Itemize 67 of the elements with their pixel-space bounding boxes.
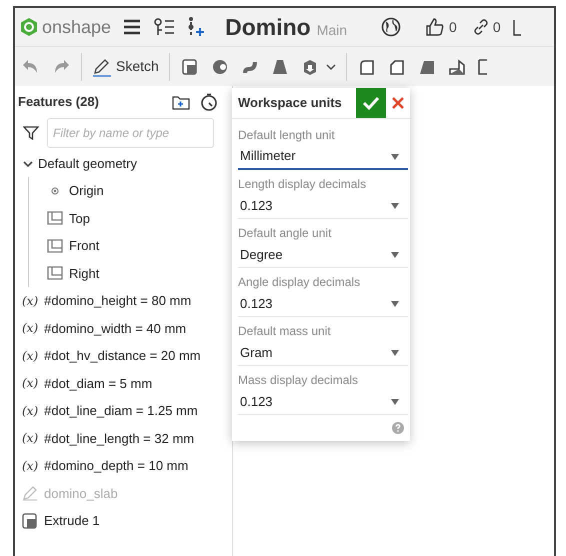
add-folder-icon[interactable] [172,94,190,110]
origin-icon [51,186,59,195]
rib-icon[interactable] [446,56,467,76]
close-icon [392,97,404,109]
variable-icon: (x) [22,346,38,365]
link-icon[interactable] [472,19,489,35]
plane-icon [47,238,63,253]
timer-icon[interactable] [200,93,218,111]
dropdown-arrow-icon[interactable] [390,349,400,357]
feature-item[interactable]: Top [43,204,232,232]
panel-title: Features (28) [18,93,99,112]
dropdown-arrow-icon[interactable] [390,300,400,308]
dropdown-arrow-icon[interactable] [390,398,400,406]
confirm-button[interactable] [356,88,386,118]
extrude-icon[interactable] [180,56,200,76]
feature-item[interactable]: Right [43,260,232,287]
caret-icon[interactable] [326,62,336,70]
feature-item[interactable]: Front [43,232,232,260]
field-label: Default mass unit [238,323,332,340]
variable-icon: (x) [22,402,38,420]
dialog-title: Workspace units [238,94,342,112]
variable-icon: (x) [22,319,38,338]
feature-item[interactable]: (x) #dot_diam = 5 mm [18,370,232,397]
check-icon [362,95,380,111]
field-label: Default angle unit [238,225,332,242]
like-count: 0 [449,18,457,36]
list-icon[interactable] [153,17,176,37]
brand-name: onshape [42,16,112,39]
variable-icon: (x) [22,456,38,475]
feature-item[interactable]: (x) #dot_line_diam = 1.25 mm [18,397,232,424]
dropdown-arrow-icon[interactable] [390,153,400,161]
filter-icon[interactable] [23,125,39,141]
variable-icon: (x) [22,292,38,310]
redo-icon[interactable] [53,58,71,74]
pencil-icon [22,485,38,502]
dropdown-arrow-icon[interactable] [390,251,400,259]
link-count: 0 [492,18,501,36]
pencil-icon [92,56,112,76]
undo-icon[interactable] [21,58,39,74]
variable-icon: (x) [22,429,38,448]
logo-icon[interactable] [20,17,38,37]
field-label: Angle display decimals [238,274,362,291]
document-title: Domino [225,12,311,42]
thumbs-up-icon[interactable] [425,17,446,37]
feature-item[interactable]: Origin [43,177,232,204]
feature-item[interactable]: (x) #dot_hv_distance = 20 mm [18,342,232,370]
menu-icon[interactable] [123,19,142,35]
field-label: Default length unit [238,127,336,144]
plane-icon [47,266,63,280]
branch-name: Main [316,20,348,40]
tree-group-row[interactable]: Default geometry [18,150,232,177]
feature-item[interactable]: (x) #domino_height = 80 mm [18,287,232,314]
extrude-icon [22,512,38,529]
variable-icon: (x) [22,374,38,392]
feature-item[interactable]: Extrude 1 [18,507,232,534]
filter-field[interactable]: Filter by name or type [47,118,214,148]
feature-item[interactable]: (x) #dot_line_length = 32 mm [18,424,232,452]
sketch-button[interactable]: Sketch [92,56,159,77]
field-label: Mass display decimals [238,372,360,389]
plane-icon [47,211,63,226]
unit-dropdown[interactable]: Millimeter [238,144,408,170]
field-label: Length display decimals [238,176,368,193]
feature-item[interactable]: (x) #domino_depth = 10 mm [18,452,232,480]
add-variable-icon[interactable] [187,16,206,38]
feature-item[interactable]: (x) #domino_width = 40 mm [18,314,232,342]
globe-icon[interactable] [381,17,402,37]
dropdown-arrow-icon[interactable] [390,202,400,210]
